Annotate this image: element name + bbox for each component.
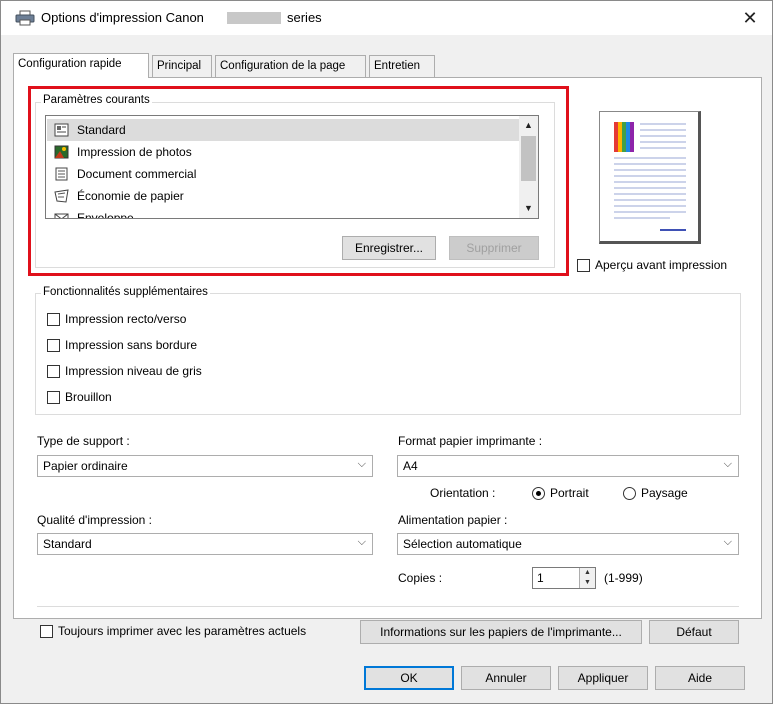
chevron-down-icon: ⌵ bbox=[723, 458, 732, 470]
copies-range: (1-999) bbox=[604, 571, 643, 585]
checkbox-box[interactable] bbox=[47, 365, 60, 378]
checkbox-label: Aperçu avant impression bbox=[595, 258, 728, 272]
tab-configuration-page[interactable]: Configuration de la page bbox=[215, 55, 366, 77]
spin-down-icon[interactable]: ▼ bbox=[580, 578, 595, 588]
print-quality-label: Qualité d'impression : bbox=[37, 513, 153, 527]
ok-button[interactable]: OK bbox=[364, 666, 454, 690]
delete-button[interactable]: Supprimer bbox=[449, 236, 539, 260]
close-icon: ✕ bbox=[742, 8, 758, 28]
envelope-icon bbox=[54, 213, 69, 218]
default-button[interactable]: Défaut bbox=[649, 620, 739, 644]
checkbox-box[interactable] bbox=[47, 339, 60, 352]
tab-entretien[interactable]: Entretien bbox=[369, 55, 435, 77]
paper-size-value: A4 bbox=[403, 459, 418, 473]
paper-info-button[interactable]: Informations sur les papiers de l'imprim… bbox=[360, 620, 642, 644]
business-doc-icon bbox=[55, 167, 68, 181]
chevron-down-icon: ⌵ bbox=[357, 458, 366, 470]
additional-features-label: Fonctionnalités supplémentaires bbox=[41, 286, 210, 298]
list-item-business[interactable]: Document commercial bbox=[47, 163, 521, 185]
chevron-down-icon: ⌵ bbox=[357, 536, 366, 548]
list-item-label: Économie de papier bbox=[77, 189, 184, 203]
checkbox-label: Impression niveau de gris bbox=[65, 364, 202, 378]
radio-label: Paysage bbox=[641, 486, 688, 500]
list-item-paper-saving[interactable]: Économie de papier bbox=[47, 185, 521, 207]
help-button[interactable]: Aide bbox=[655, 666, 745, 690]
media-type-select[interactable]: Papier ordinaire ⌵ bbox=[37, 455, 373, 477]
cancel-button[interactable]: Annuler bbox=[461, 666, 551, 690]
checkbox-box[interactable] bbox=[47, 391, 60, 404]
copies-value: 1 bbox=[537, 571, 544, 585]
radio-label: Portrait bbox=[550, 486, 589, 500]
orientation-label: Orientation : bbox=[430, 486, 496, 500]
save-button[interactable]: Enregistrer... bbox=[342, 236, 436, 260]
checkbox-label: Impression recto/verso bbox=[65, 312, 187, 326]
checkbox-label: Toujours imprimer avec les paramètres ac… bbox=[58, 624, 307, 638]
checkbox-label: Brouillon bbox=[65, 390, 112, 404]
list-item-label: Impression de photos bbox=[77, 145, 192, 159]
paper-saving-icon bbox=[54, 189, 69, 203]
copies-spinner[interactable]: 1 ▲ ▼ bbox=[532, 567, 596, 589]
scroll-up-icon[interactable]: ▲ bbox=[519, 117, 538, 134]
paper-source-label: Alimentation papier : bbox=[398, 513, 508, 527]
list-item-photo[interactable]: Impression de photos bbox=[47, 141, 521, 163]
apply-button[interactable]: Appliquer bbox=[558, 666, 648, 690]
checkbox-box[interactable] bbox=[40, 625, 53, 638]
media-type-value: Papier ordinaire bbox=[43, 459, 128, 473]
redacted-model-name bbox=[227, 12, 281, 24]
copies-label: Copies : bbox=[398, 571, 443, 585]
photo-icon bbox=[54, 145, 69, 159]
separator bbox=[37, 606, 739, 607]
page-preview-graphic bbox=[614, 122, 686, 231]
list-item-standard[interactable]: Standard bbox=[47, 119, 521, 141]
paper-size-label: Format papier imprimante : bbox=[398, 434, 543, 448]
paper-source-value: Sélection automatique bbox=[403, 537, 522, 551]
checkbox-box[interactable] bbox=[577, 259, 590, 272]
list-item-label: Document commercial bbox=[77, 167, 197, 181]
spinner-buttons: ▲ ▼ bbox=[579, 568, 595, 588]
print-quality-value: Standard bbox=[43, 537, 92, 551]
standard-doc-icon bbox=[54, 123, 69, 137]
paper-size-select[interactable]: A4 ⌵ bbox=[397, 455, 739, 477]
list-item-label: Enveloppe bbox=[77, 211, 134, 219]
window-title: Options d'impression Canon bbox=[41, 10, 204, 25]
checkbox-label: Impression sans bordure bbox=[65, 338, 198, 352]
printer-icon bbox=[15, 10, 35, 26]
list-item-envelope[interactable]: Enveloppe bbox=[47, 207, 521, 219]
tab-principal[interactable]: Principal bbox=[152, 55, 212, 77]
print-options-dialog: Options d'impression Canon series ✕ Conf… bbox=[0, 0, 773, 704]
title-bar[interactable]: Options d'impression Canon series ✕ bbox=[1, 1, 772, 35]
window-title-suffix: series bbox=[287, 10, 322, 25]
radio-circle[interactable] bbox=[532, 487, 545, 500]
print-quality-select[interactable]: Standard ⌵ bbox=[37, 533, 373, 555]
current-settings-label: Paramètres courants bbox=[41, 94, 152, 106]
radio-circle[interactable] bbox=[623, 487, 636, 500]
chevron-down-icon: ⌵ bbox=[723, 536, 732, 548]
list-scrollbar[interactable]: ▲ ▼ bbox=[519, 116, 538, 218]
paper-source-select[interactable]: Sélection automatique ⌵ bbox=[397, 533, 739, 555]
media-type-label: Type de support : bbox=[37, 434, 130, 448]
scroll-down-icon[interactable]: ▼ bbox=[519, 200, 538, 217]
checkbox-box[interactable] bbox=[47, 313, 60, 326]
scroll-thumb[interactable] bbox=[521, 136, 536, 181]
current-settings-list[interactable]: Standard Impression de photos Document c… bbox=[45, 115, 539, 219]
spin-up-icon[interactable]: ▲ bbox=[580, 568, 595, 578]
list-item-label: Standard bbox=[77, 123, 126, 137]
close-button[interactable]: ✕ bbox=[736, 5, 764, 31]
page-preview bbox=[599, 111, 701, 244]
tab-configuration-rapide[interactable]: Configuration rapide bbox=[13, 53, 149, 78]
